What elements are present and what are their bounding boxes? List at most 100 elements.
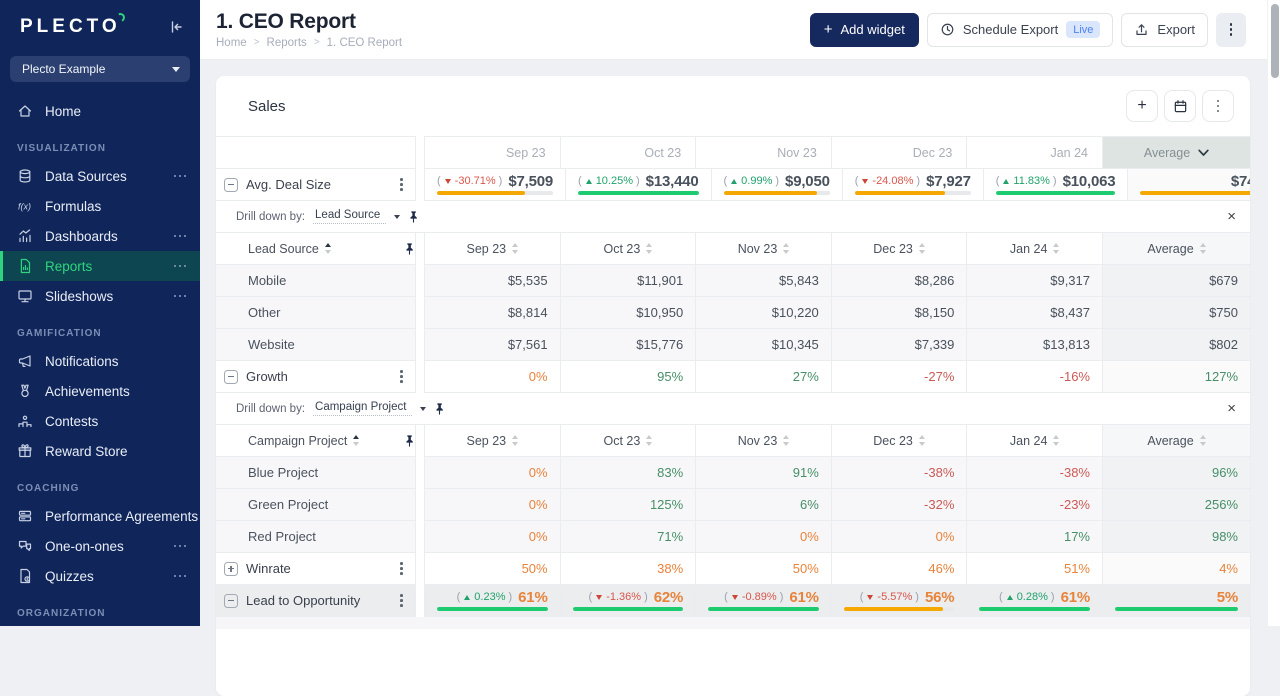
- sort-icon[interactable]: [783, 243, 789, 253]
- sort-icon[interactable]: [325, 243, 331, 253]
- drilldown-field-selector[interactable]: Campaign Project: [313, 401, 412, 416]
- widget-more-button[interactable]: [1202, 90, 1234, 122]
- row-more-icon[interactable]: [400, 178, 403, 191]
- more-options-icon[interactable]: [174, 175, 186, 177]
- cell-value-line: 95%: [657, 369, 683, 384]
- drilldown-field-selector[interactable]: Lead Source: [313, 209, 386, 224]
- sidebar-item-notifications[interactable]: Notifications: [0, 346, 200, 376]
- column-header-nov-23[interactable]: Nov 23: [695, 136, 831, 169]
- sort-icon[interactable]: [1200, 243, 1206, 253]
- subheader-lead-source[interactable]: Lead Source: [216, 233, 416, 265]
- pin-icon[interactable]: [408, 210, 419, 224]
- pin-icon[interactable]: [434, 402, 445, 416]
- subheader-column-sep-23[interactable]: Sep 23: [424, 425, 560, 457]
- sort-icon[interactable]: [512, 243, 518, 253]
- schedule-export-button[interactable]: Schedule Export Live: [927, 13, 1114, 47]
- subheader-column-jan-24[interactable]: Jan 24: [966, 425, 1102, 457]
- collapse-sidebar-icon[interactable]: [168, 19, 184, 35]
- subheader-column-nov-23[interactable]: Nov 23: [695, 233, 831, 265]
- subheader-column-average[interactable]: Average: [1102, 425, 1250, 457]
- subheader-column-oct-23[interactable]: Oct 23: [560, 425, 696, 457]
- cell-value-line: (0.99%)$9,050: [724, 173, 830, 190]
- sort-icon[interactable]: [646, 435, 652, 445]
- breadcrumb-reports[interactable]: Reports: [267, 37, 307, 49]
- sidebar-item-contests[interactable]: Contests: [0, 406, 200, 436]
- breadcrumb-home[interactable]: Home: [216, 37, 247, 49]
- sidebar-item-dashboards[interactable]: Dashboards: [0, 221, 200, 251]
- collapse-icon[interactable]: [224, 178, 238, 192]
- pin-icon[interactable]: [404, 242, 415, 256]
- column-header-oct-23[interactable]: Oct 23: [560, 136, 696, 169]
- export-icon: [1134, 22, 1149, 37]
- column-header-dec-23[interactable]: Dec 23: [831, 136, 967, 169]
- more-options-icon[interactable]: [174, 235, 186, 237]
- sort-icon[interactable]: [919, 243, 925, 253]
- sort-icon[interactable]: [1053, 435, 1059, 445]
- sidebar-item-quizzes[interactable]: Quizzes: [0, 561, 200, 591]
- sidebar-item-reports[interactable]: Reports: [0, 251, 200, 281]
- collapse-icon[interactable]: [224, 370, 238, 384]
- column-header-sep-23[interactable]: Sep 23: [424, 136, 560, 169]
- metric-label-cell[interactable]: Avg. Deal Size: [216, 169, 416, 201]
- more-options-icon[interactable]: [174, 575, 186, 577]
- add-widget-button[interactable]: + Add widget: [810, 13, 919, 47]
- scrollbar-thumb[interactable]: [1271, 4, 1279, 78]
- sidebar-item-formulas[interactable]: f(x)Formulas: [0, 191, 200, 221]
- subheader-column-oct-23[interactable]: Oct 23: [560, 233, 696, 265]
- chevron-down-icon[interactable]: [420, 407, 426, 411]
- drilldown-cell-sep-23: $5,535: [424, 265, 560, 297]
- subheader-column-nov-23[interactable]: Nov 23: [695, 425, 831, 457]
- subheader-column-sep-23[interactable]: Sep 23: [424, 233, 560, 265]
- sort-icon[interactable]: [512, 435, 518, 445]
- sidebar-item-home[interactable]: Home: [0, 96, 200, 126]
- subheader-column-dec-23[interactable]: Dec 23: [831, 425, 967, 457]
- export-button[interactable]: Export: [1121, 13, 1208, 47]
- sidebar-item-performance-agreements[interactable]: Performance Agreements: [0, 501, 200, 531]
- plecto-logo: PLECTO: [20, 16, 121, 38]
- row-more-icon[interactable]: [400, 594, 403, 607]
- chevron-down-icon: [1198, 146, 1209, 160]
- row-more-icon[interactable]: [400, 370, 403, 383]
- column-header-average[interactable]: Average: [1102, 136, 1250, 169]
- sort-icon[interactable]: [783, 435, 789, 445]
- expand-icon[interactable]: [224, 562, 238, 576]
- trend-down-icon: [867, 595, 873, 600]
- sidebar-item-label: Achievements: [45, 384, 186, 399]
- sort-icon[interactable]: [1053, 243, 1059, 253]
- widget-add-button[interactable]: +: [1126, 90, 1158, 122]
- sidebar-item-slideshows[interactable]: Slideshows: [0, 281, 200, 311]
- pin-icon[interactable]: [404, 434, 415, 448]
- cell-value: $11,901: [637, 273, 683, 288]
- sidebar-item-data-sources[interactable]: Data Sources: [0, 161, 200, 191]
- subheader-column-dec-23[interactable]: Dec 23: [831, 233, 967, 265]
- sidebar-item-reward-store[interactable]: Reward Store: [0, 436, 200, 466]
- sort-icon[interactable]: [1200, 435, 1206, 445]
- more-options-icon[interactable]: [174, 265, 186, 267]
- column-header-jan-24[interactable]: Jan 24: [966, 136, 1102, 169]
- row-more-icon[interactable]: [400, 562, 403, 575]
- close-drilldown-icon[interactable]: ×: [1227, 209, 1236, 224]
- metric-label-cell[interactable]: Growth: [216, 361, 416, 393]
- table-footer-strip: [216, 617, 1250, 629]
- sidebar-item-one-on-ones[interactable]: One-on-ones: [0, 531, 200, 561]
- workspace-selector[interactable]: Plecto Example: [10, 56, 190, 82]
- sort-icon[interactable]: [646, 243, 652, 253]
- sort-icon[interactable]: [353, 435, 359, 445]
- subheader-column-average[interactable]: Average: [1102, 233, 1250, 265]
- metric-label-cell[interactable]: Winrate: [216, 553, 416, 585]
- collapse-icon[interactable]: [224, 594, 238, 608]
- close-drilldown-icon[interactable]: ×: [1227, 401, 1236, 416]
- metric-label-cell[interactable]: Lead to Opportunity: [216, 585, 416, 617]
- chevron-down-icon[interactable]: [394, 215, 400, 219]
- sidebar-item-achievements[interactable]: Achievements: [0, 376, 200, 406]
- page-more-button[interactable]: [1216, 13, 1246, 47]
- widget-calendar-button[interactable]: [1164, 90, 1196, 122]
- more-options-icon[interactable]: [174, 545, 186, 547]
- more-options-icon[interactable]: [174, 295, 186, 297]
- cell-value: 256%: [1205, 497, 1238, 512]
- sort-icon[interactable]: [919, 435, 925, 445]
- subheader-campaign-project[interactable]: Campaign Project: [216, 425, 416, 457]
- metric-cell-dec-23: 46%: [831, 553, 967, 585]
- subheader-column-jan-24[interactable]: Jan 24: [966, 233, 1102, 265]
- vertical-scrollbar[interactable]: [1267, 0, 1280, 626]
